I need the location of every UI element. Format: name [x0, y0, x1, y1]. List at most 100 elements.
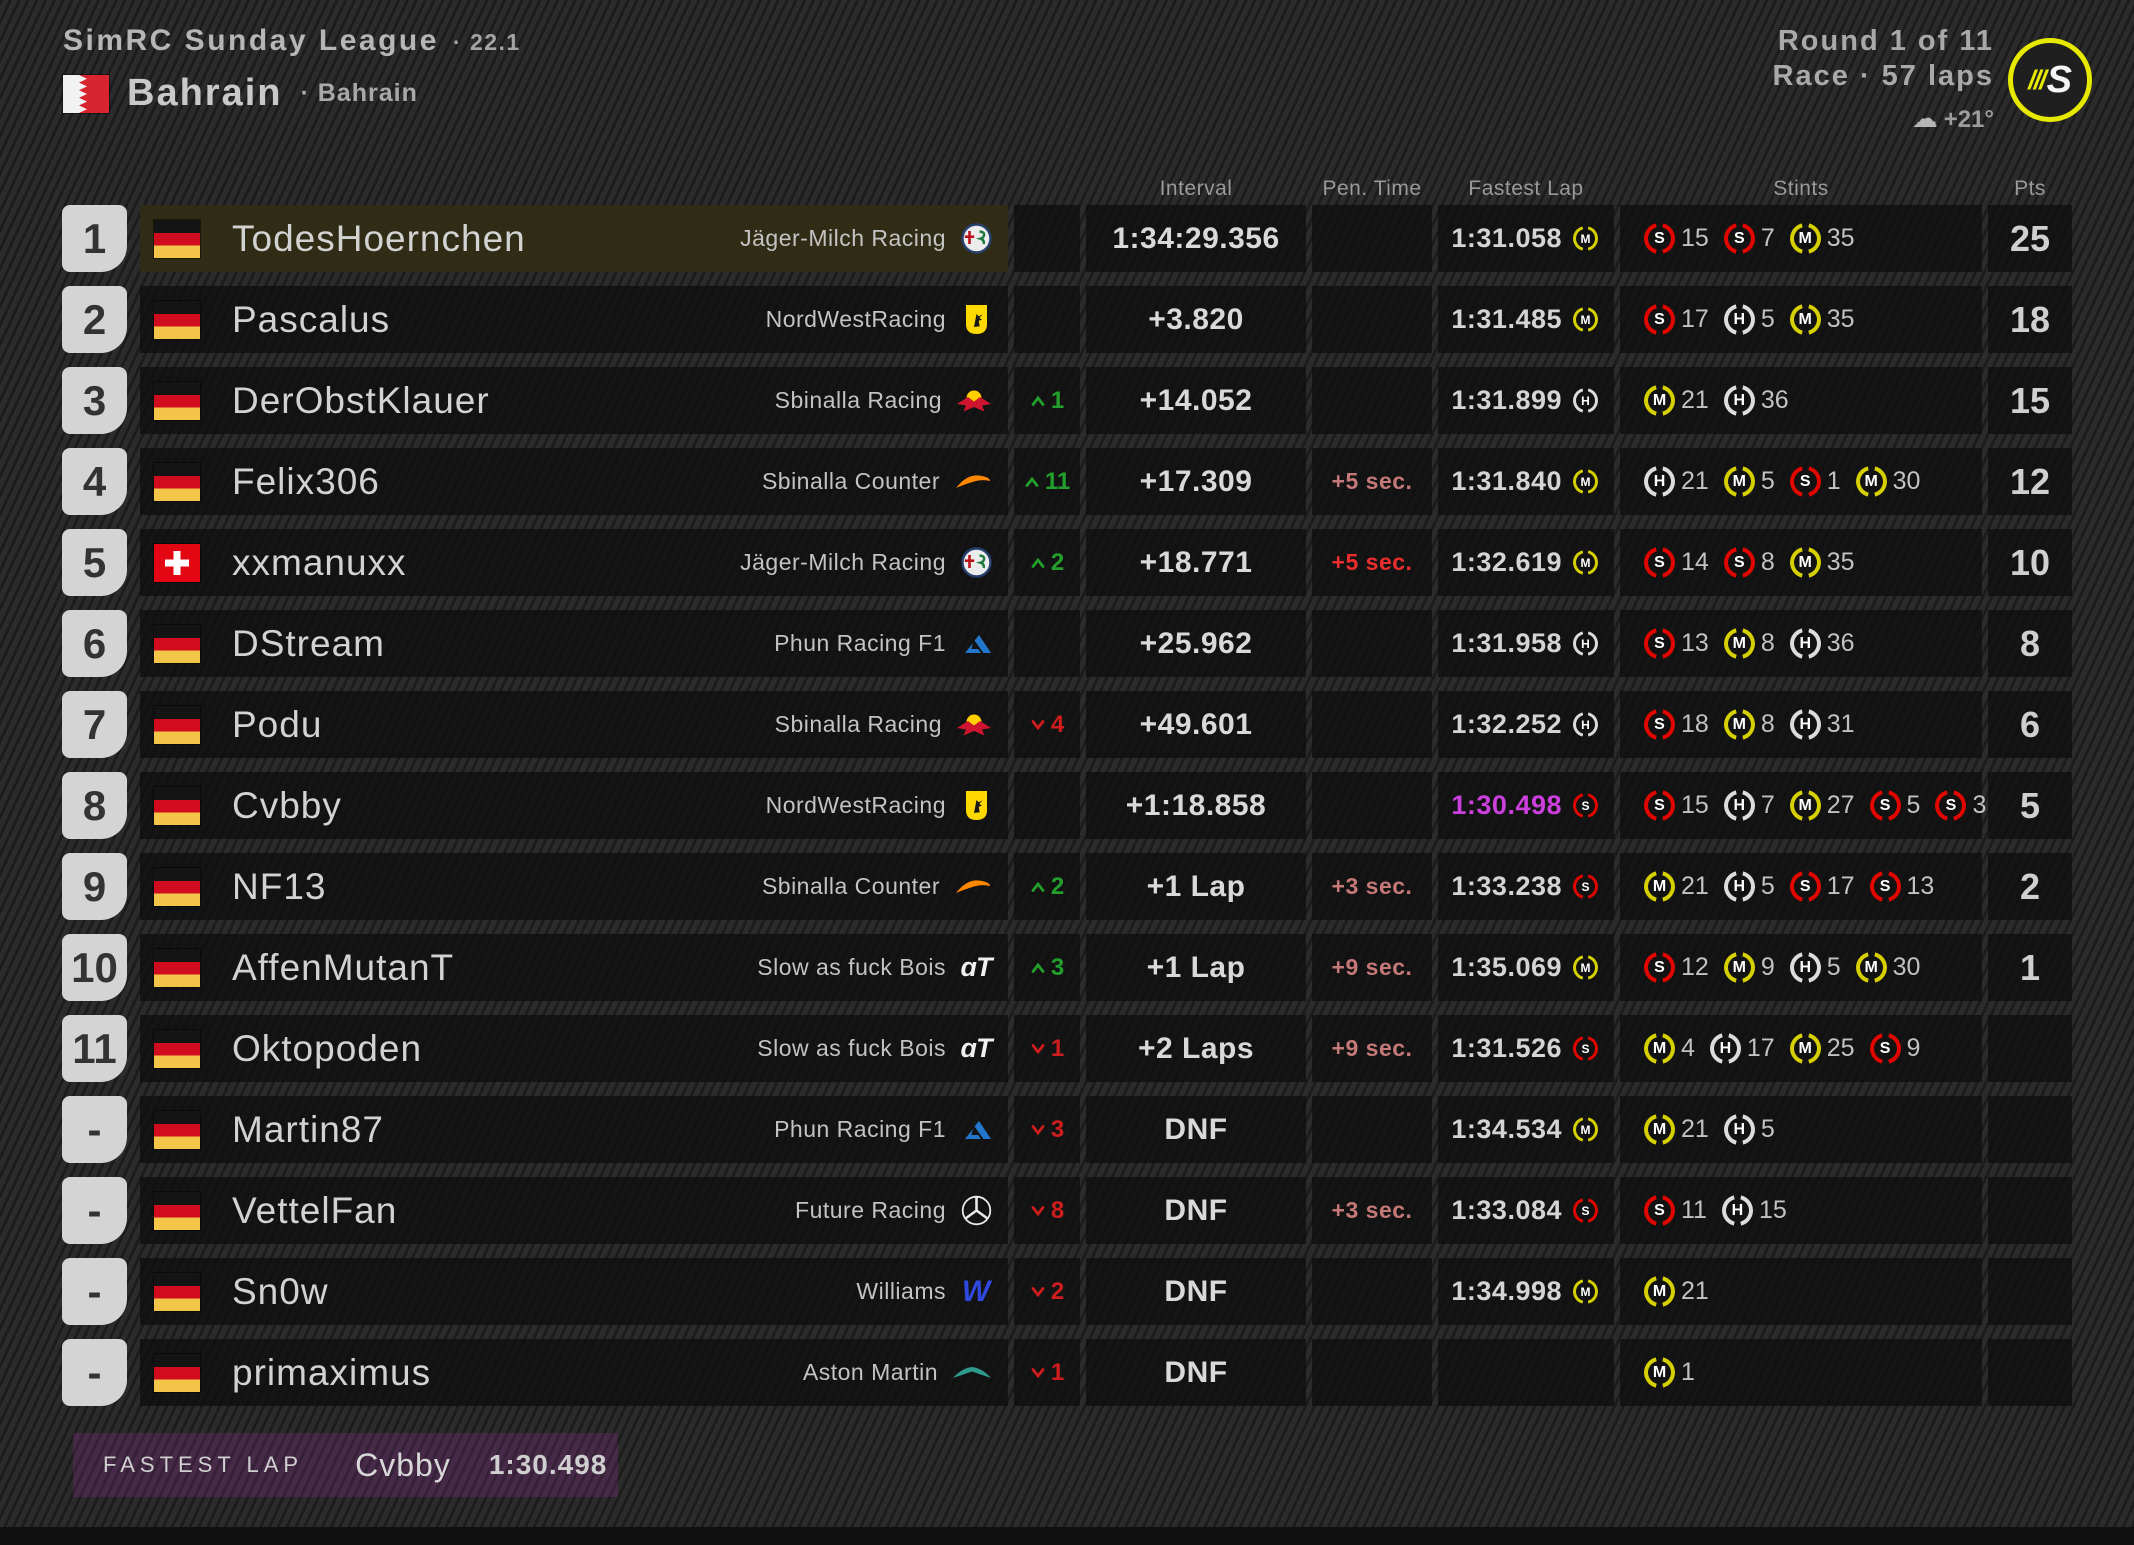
- result-row[interactable]: 10AffenMutanTSlow as fuck BoisɑT3+1 Lap+…: [0, 934, 2134, 1001]
- position-change-value: 3: [1051, 954, 1064, 982]
- result-row[interactable]: 7PoduSbinalla Racing4+49.6011:32.252HS18…: [0, 691, 2134, 758]
- position-change-value: 11: [1045, 468, 1070, 496]
- stint-tire-M-icon: M: [1724, 709, 1755, 740]
- stint-tire-S-icon: S: [1870, 1033, 1901, 1064]
- result-row[interactable]: 2PascalusNordWestRacing+3.8201:31.485MS1…: [0, 286, 2134, 353]
- stint: S12: [1644, 952, 1709, 983]
- fastest-lap-cell: 1:32.252H: [1438, 691, 1614, 758]
- stint: M35: [1790, 547, 1855, 578]
- stint-tire-M-icon: M: [1644, 1357, 1675, 1388]
- result-row[interactable]: -Martin87Phun Racing F13DNF1:34.534MM21H…: [0, 1096, 2134, 1163]
- penalty-cell: [1312, 610, 1432, 677]
- fastest-lap-cell: 1:30.498S: [1438, 772, 1614, 839]
- result-row[interactable]: -VettelFanFuture Racing8DNF+3 sec.1:33.0…: [0, 1177, 2134, 1244]
- result-row[interactable]: 5xxmanuxxJäger-Milch Racing2+18.771+5 se…: [0, 529, 2134, 596]
- stint: S9: [1870, 1033, 1921, 1064]
- result-row[interactable]: 1TodesHoernchenJäger-Milch Racing1:34:29…: [0, 205, 2134, 272]
- switzerland-flag-icon: [154, 544, 200, 582]
- fastest-lap-tire-M-icon: M: [1573, 550, 1598, 575]
- points-cell: 25: [1988, 205, 2072, 272]
- interval-value: +1 Lap: [1147, 951, 1246, 985]
- stint-laps: 12: [1681, 953, 1709, 982]
- fastest-lap-cell: 1:34.998M: [1438, 1258, 1614, 1325]
- interval-value: DNF: [1164, 1275, 1227, 1309]
- stint-tire-S-icon: S: [1644, 1195, 1675, 1226]
- team-name: Jäger-Milch Racing: [740, 225, 946, 252]
- result-row[interactable]: 8CvbbyNordWestRacing+1:18.8581:30.498SS1…: [0, 772, 2134, 839]
- result-row[interactable]: -primaximusAston Martin1DNFM1: [0, 1339, 2134, 1406]
- driver-name: AffenMutanT: [232, 947, 757, 989]
- fastest-lap-time: 1:33.238: [1451, 871, 1562, 902]
- points-cell: [1988, 1339, 2072, 1406]
- stint-laps: 15: [1681, 791, 1709, 820]
- interval-cell: +17.309: [1086, 448, 1306, 515]
- interval-cell: DNF: [1086, 1096, 1306, 1163]
- stint-laps: 25: [1827, 1034, 1855, 1063]
- stint-tire-M-icon: M: [1856, 466, 1887, 497]
- bottom-strip: [0, 1527, 2134, 1545]
- driver-name: Pascalus: [232, 299, 766, 341]
- germany-flag-icon: [154, 1111, 200, 1149]
- stint-tire-S-icon: S: [1644, 547, 1675, 578]
- stint-laps: 21: [1681, 386, 1709, 415]
- interval-value: +25.962: [1140, 627, 1253, 661]
- stint: H36: [1790, 628, 1855, 659]
- driver-name: VettelFan: [232, 1190, 795, 1232]
- stint-tire-M-icon: M: [1790, 1033, 1821, 1064]
- stint-tire-M-icon: M: [1790, 790, 1821, 821]
- position-change-cell: [1014, 772, 1080, 839]
- team-name: Future Racing: [795, 1197, 946, 1224]
- team-logo-ferrari-icon: [960, 790, 992, 821]
- column-header-stints: Stints: [1620, 176, 1982, 202]
- result-row[interactable]: 11OktopodenSlow as fuck BoisɑT1+2 Laps+9…: [0, 1015, 2134, 1082]
- session-info: Race · 57 laps: [1773, 59, 1994, 94]
- round-info: Round 1 of 11: [1773, 24, 1994, 59]
- driver-cell: xxmanuxxJäger-Milch Racing: [140, 529, 1008, 596]
- stints-cell: M21H5S17S13: [1620, 853, 1982, 920]
- result-row[interactable]: 4Felix306Sbinalla Counter11+17.309+5 sec…: [0, 448, 2134, 515]
- interval-cell: +14.052: [1086, 367, 1306, 434]
- stint-laps: 8: [1761, 710, 1775, 739]
- team-logo-alphatauri-icon: ɑT: [960, 1033, 992, 1064]
- result-row[interactable]: -Sn0wWilliamsW2DNF1:34.998MM21: [0, 1258, 2134, 1325]
- fastest-lap-cell: [1438, 1339, 1614, 1406]
- stint: S13: [1644, 628, 1709, 659]
- driver-cell: DStreamPhun Racing F1: [140, 610, 1008, 677]
- fastest-lap-time: 1:32.619: [1451, 547, 1562, 578]
- result-row[interactable]: 3DerObstKlauerSbinalla Racing1+14.0521:3…: [0, 367, 2134, 434]
- fastest-lap-tire-M-icon: M: [1573, 226, 1598, 251]
- driver-name: DStream: [232, 623, 774, 665]
- position-change-value: 4: [1051, 711, 1064, 739]
- penalty-cell: [1312, 691, 1432, 758]
- stint-tire-S-icon: S: [1644, 790, 1675, 821]
- stint: M30: [1856, 952, 1921, 983]
- penalty-cell: [1312, 1339, 1432, 1406]
- interval-value: +17.309: [1140, 465, 1253, 499]
- position-change-value: 2: [1051, 873, 1064, 901]
- stint: H31: [1790, 709, 1855, 740]
- penalty-cell: +5 sec.: [1312, 529, 1432, 596]
- stint: H15: [1722, 1195, 1787, 1226]
- result-row[interactable]: 6DStreamPhun Racing F1+25.9621:31.958HS1…: [0, 610, 2134, 677]
- position-badge: 6: [62, 610, 127, 677]
- stint-laps: 4: [1681, 1034, 1695, 1063]
- position-change-cell: 1: [1014, 367, 1080, 434]
- points-cell: 12: [1988, 448, 2072, 515]
- driver-name: xxmanuxx: [232, 542, 740, 584]
- stint: H5: [1724, 1114, 1775, 1145]
- interval-cell: +3.820: [1086, 286, 1306, 353]
- fastest-lap-cell: 1:34.534M: [1438, 1096, 1614, 1163]
- team-name: Jäger-Milch Racing: [740, 549, 946, 576]
- stint: S13: [1870, 871, 1935, 902]
- driver-cell: PascalusNordWestRacing: [140, 286, 1008, 353]
- result-row[interactable]: 9NF13Sbinalla Counter2+1 Lap+3 sec.1:33.…: [0, 853, 2134, 920]
- stint: M35: [1790, 223, 1855, 254]
- stint-tire-M-icon: M: [1724, 628, 1755, 659]
- driver-name: Sn0w: [232, 1271, 856, 1313]
- header-right: Round 1 of 11 Race · 57 laps ☁+21°: [1773, 24, 1994, 134]
- logo-slashes: ///: [2028, 65, 2045, 96]
- team-logo-mercedes-icon: [960, 1195, 992, 1226]
- position-change-cell: 11: [1014, 448, 1080, 515]
- stints-cell: S17H5M35: [1620, 286, 1982, 353]
- team-logo-alfa-romeo-icon: [960, 223, 992, 254]
